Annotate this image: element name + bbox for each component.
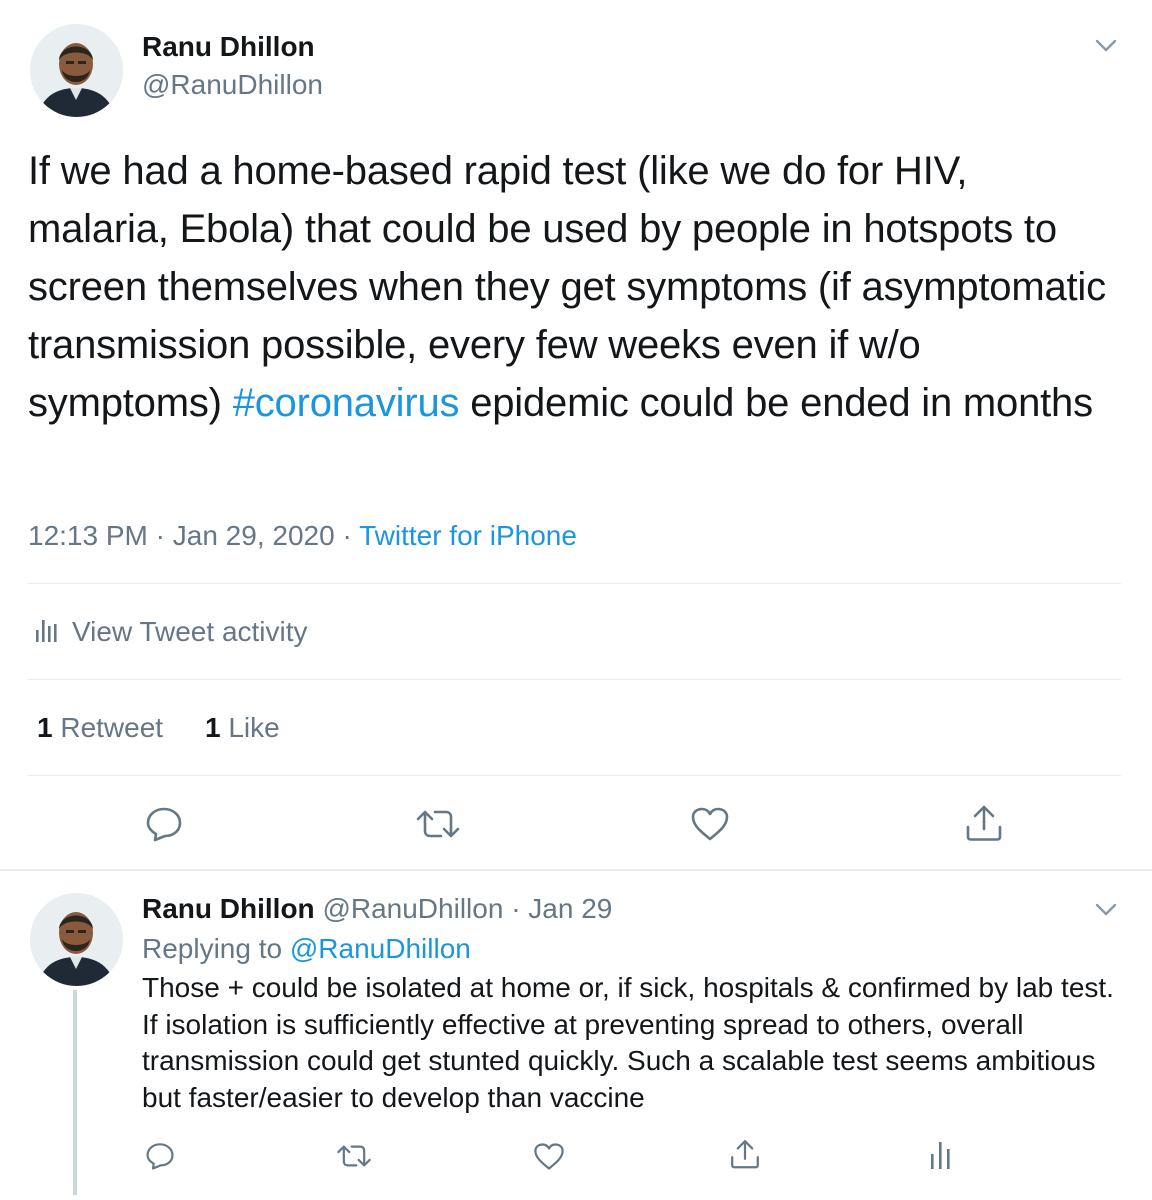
- retweet-icon[interactable]: [334, 1138, 374, 1174]
- reply-separator: ·: [511, 893, 521, 924]
- heart-icon[interactable]: [531, 1138, 567, 1174]
- reply-date[interactable]: Jan 29: [528, 893, 612, 924]
- share-icon[interactable]: [727, 1134, 763, 1174]
- replying-handle-link[interactable]: @RanuDhillon: [290, 933, 471, 964]
- divider: [28, 583, 1121, 584]
- like-stat[interactable]: 1 Like: [205, 710, 280, 746]
- reply-text: Those + could be isolated at home or, if…: [142, 972, 1114, 1113]
- retweet-count: 1: [37, 712, 53, 743]
- avatar-photo: [30, 893, 123, 986]
- author-handle[interactable]: @RanuDhillon: [142, 68, 323, 102]
- tweet-source-link[interactable]: Twitter for iPhone: [359, 520, 577, 551]
- analytics-icon[interactable]: [926, 1136, 956, 1174]
- tweet-time[interactable]: 12:13 PM: [28, 520, 148, 551]
- hashtag-link[interactable]: #coronavirus: [233, 381, 460, 425]
- author-avatar[interactable]: [30, 24, 123, 117]
- tweet-meta: 12:13 PM · Jan 29, 2020 · Twitter for iP…: [28, 518, 577, 554]
- like-count: 1: [205, 712, 221, 743]
- reply-header: Ranu Dhillon @RanuDhillon · Jan 29: [142, 892, 612, 926]
- meta-separator: ·: [342, 520, 352, 551]
- heart-icon[interactable]: [688, 802, 732, 846]
- divider: [28, 679, 1121, 680]
- thread-line: [73, 990, 77, 1195]
- reply-icon[interactable]: [142, 802, 186, 846]
- meta-separator: ·: [155, 520, 165, 551]
- retweet-stat[interactable]: 1 Retweet: [37, 710, 163, 746]
- chevron-down-icon[interactable]: [1092, 32, 1120, 60]
- view-activity-link[interactable]: View Tweet activity: [34, 612, 308, 652]
- reply-icon[interactable]: [142, 1138, 178, 1174]
- reply-author-name[interactable]: Ranu Dhillon: [142, 893, 315, 924]
- retweet-label: Retweet: [60, 712, 164, 743]
- author-name[interactable]: Ranu Dhillon: [142, 30, 315, 64]
- divider: [28, 775, 1121, 776]
- like-label: Like: [228, 712, 280, 743]
- replying-prefix: Replying to: [142, 933, 283, 964]
- tweet-separator: [0, 869, 1152, 871]
- share-icon[interactable]: [962, 800, 1006, 846]
- avatar-photo: [30, 24, 123, 117]
- tweet-text: If we had a home-based rapid test (like …: [28, 142, 1118, 432]
- view-activity-label: View Tweet activity: [72, 616, 308, 647]
- tweet-text-part-3: epidemic could be ended in months: [459, 381, 1093, 425]
- reply-author-avatar[interactable]: [30, 893, 123, 986]
- retweet-icon[interactable]: [414, 802, 462, 846]
- replying-to: Replying to @RanuDhillon: [142, 932, 471, 966]
- analytics-icon: [34, 616, 58, 649]
- reply-author-handle[interactable]: @RanuDhillon: [322, 893, 503, 924]
- tweet-date[interactable]: Jan 29, 2020: [173, 520, 335, 551]
- chevron-down-icon[interactable]: [1092, 896, 1120, 924]
